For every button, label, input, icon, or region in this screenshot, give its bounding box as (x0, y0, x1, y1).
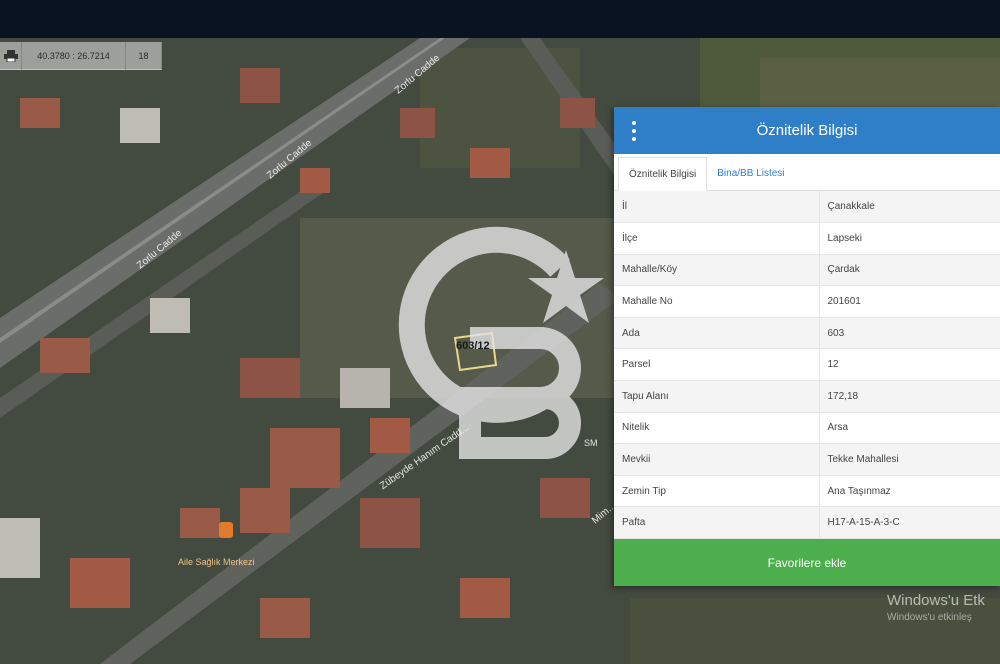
table-row: Mevkii Tekke Mahallesi (614, 443, 1000, 476)
row-value: Çardak (819, 254, 1000, 287)
row-value: 12 (819, 348, 1000, 382)
windows-activation-subtitle: Windows'u etkinleş (887, 612, 972, 623)
row-value: Çanakkale (819, 191, 1000, 224)
row-key: Parsel (614, 348, 820, 382)
table-row: Pafta H17-A-15-A-3-C (614, 506, 1000, 540)
row-value: 172,18 (819, 380, 1000, 413)
row-key: Mahalle/Köy (614, 254, 820, 287)
row-value: 603 (819, 317, 1000, 350)
table-row: Mahalle/Köy Çardak (614, 254, 1000, 287)
tab-building-list[interactable]: Bina/BB Listesi (707, 156, 794, 190)
row-key: İlçe (614, 222, 820, 255)
top-bar (0, 0, 1000, 38)
row-value: H17-A-15-A-3-C (819, 506, 1000, 540)
table-row: Zemin Tip Ana Taşınmaz (614, 475, 1000, 508)
table-row: Parsel 12 (614, 348, 1000, 382)
row-key: İl (614, 191, 820, 224)
table-row: Nitelik Arsa (614, 412, 1000, 445)
watermark-text: SM (584, 438, 598, 448)
table-row: İlçe Lapseki (614, 222, 1000, 255)
row-key: Nitelik (614, 412, 820, 445)
row-value: Ana Taşınmaz (819, 475, 1000, 508)
add-to-favorites-button[interactable]: Favorilere ekle (614, 539, 1000, 586)
table-row: Tapu Alanı 172,18 (614, 380, 1000, 413)
row-value: Arsa (819, 412, 1000, 445)
row-key: Tapu Alanı (614, 380, 820, 413)
table-row: Mahalle No 201601 (614, 285, 1000, 318)
attribute-panel: Öznitelik Bilgisi Öznitelik Bilgisi Bina… (614, 107, 1000, 586)
map-toolbar: 40.3780 : 26.7214 18 (0, 41, 162, 70)
tab-attributes[interactable]: Öznitelik Bilgisi (618, 157, 708, 191)
zoom-level: 18 (126, 41, 162, 70)
row-value: Lapseki (819, 222, 1000, 255)
attribute-table: İl Çanakkale İlçe Lapseki Mahalle/Köy Çarda… (614, 191, 1000, 540)
row-key: Ada (614, 317, 820, 350)
poi-label[interactable]: Aile Sağlık Merkezi (178, 557, 255, 567)
panel-title: Öznitelik Bilgisi (756, 122, 858, 139)
row-value: Tekke Mahallesi (819, 443, 1000, 476)
table-row: Ada 603 (614, 317, 1000, 350)
print-button[interactable] (0, 41, 22, 70)
coordinates-readout: 40.3780 : 26.7214 (22, 41, 126, 70)
parcel-label: 603/12 (456, 340, 490, 352)
row-key: Mahalle No (614, 285, 820, 318)
windows-activation-title: Windows'u Etk (887, 592, 985, 609)
row-key: Pafta (614, 506, 820, 540)
printer-icon (3, 49, 18, 62)
row-value: 201601 (819, 285, 1000, 318)
table-row: İl Çanakkale (614, 191, 1000, 224)
more-vertical-icon[interactable] (630, 121, 638, 141)
row-key: Mevkii (614, 443, 820, 476)
panel-header: Öznitelik Bilgisi (614, 107, 1000, 154)
row-key: Zemin Tip (614, 475, 820, 508)
panel-tabs: Öznitelik Bilgisi Bina/BB Listesi (614, 154, 1000, 191)
